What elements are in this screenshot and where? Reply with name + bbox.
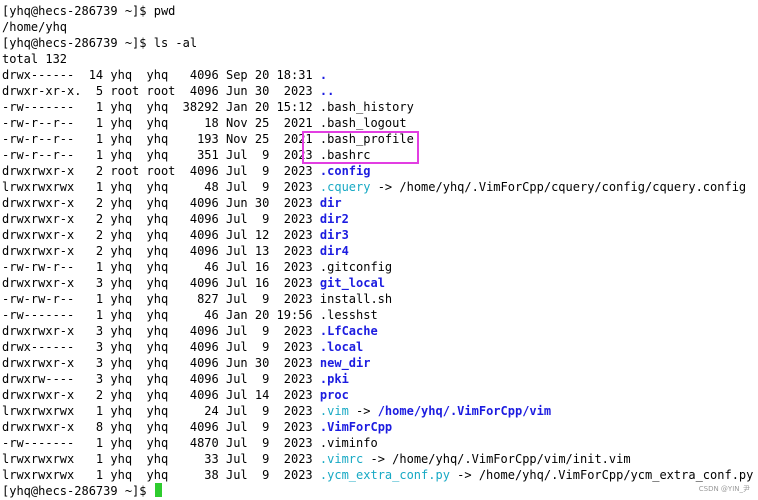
prompt-line: [yhq@hecs-286739 ~]$ ls -al <box>2 35 197 51</box>
output-line: lrwxrwxrwx 1 yhq yhq 48 Jul 9 2023 .cque… <box>2 179 746 195</box>
terminal-text: drwxrwxr-x 2 yhq yhq 4096 Jul 9 2023 <box>2 212 320 226</box>
terminal-text: lrwxrwxrwx 1 yhq yhq 48 Jul 9 2023 <box>2 180 320 194</box>
terminal-text: [yhq@hecs-286739 ~]$ ls -al <box>2 36 198 50</box>
terminal-text: drwxrwxr-x 3 yhq yhq 4096 Jun 30 2023 <box>2 356 320 370</box>
output-line: lrwxrwxrwx 1 yhq yhq 38 Jul 9 2023 .ycm_… <box>2 467 753 483</box>
output-line: drwxrwxr-x 2 yhq yhq 4096 Jun 30 2023 di… <box>2 195 342 211</box>
terminal-text: drwxrwxr-x 2 yhq yhq 4096 Jul 14 2023 <box>2 388 320 402</box>
directory-name: dir3 <box>319 228 349 242</box>
directory-name: dir4 <box>319 244 349 258</box>
output-line: -rw-rw-r-- 1 yhq yhq 46 Jul 16 2023 .git… <box>2 259 392 275</box>
output-line: drwxrwxr-x 3 yhq yhq 4096 Jun 30 2023 ne… <box>2 355 370 371</box>
terminal-text: -> <box>348 404 378 418</box>
terminal-text: -> /home/yhq/.VimForCpp/vim/init.vim <box>363 452 631 466</box>
terminal-window[interactable]: [yhq@hecs-286739 ~]$ pwd/home/yhq [yhq@he… <box>0 0 758 500</box>
terminal-text: -rw------- 1 yhq yhq 38292 Jan 20 15:12 … <box>2 100 414 114</box>
terminal-text: drwxrwxr-x 8 yhq yhq 4096 Jul 9 2023 <box>2 420 320 434</box>
directory-name: .local <box>319 340 364 354</box>
directory-name: /home/yhq/.VimForCpp/vim <box>377 404 552 418</box>
prompt-line: [yhq@hecs-286739 ~]$ pwd <box>2 3 175 19</box>
output-line: drwxr-xr-x. 5 root root 4096 Jun 30 2023… <box>2 83 334 99</box>
terminal-text: -rw-rw-r-- 1 yhq yhq 46 Jul 16 2023 .git… <box>2 260 393 274</box>
terminal-text: drwxrwxr-x 2 root root 4096 Jul 9 2023 <box>2 164 320 178</box>
output-line: lrwxrwxrwx 1 yhq yhq 24 Jul 9 2023 .vim … <box>2 403 551 419</box>
output-line: -rw-rw-r-- 1 yhq yhq 827 Jul 9 2023 inst… <box>2 291 392 307</box>
terminal-text: drwxrwxr-x 3 yhq yhq 4096 Jul 16 2023 <box>2 276 320 290</box>
output-line: -rw------- 1 yhq yhq 38292 Jan 20 15:12 … <box>2 99 414 115</box>
output-line: /home/yhq <box>2 19 67 35</box>
directory-name: dir2 <box>319 212 349 226</box>
terminal-text: drwxrwxr-x 3 yhq yhq 4096 Jul 9 2023 <box>2 324 320 338</box>
directory-name: .pki <box>319 372 349 386</box>
terminal-text: drwxr-xr-x. 5 root root 4096 Jun 30 2023 <box>2 84 320 98</box>
output-line: drwxrwxr-x 8 yhq yhq 4096 Jul 9 2023 .Vi… <box>2 419 392 435</box>
output-line: drwx------ 14 yhq yhq 4096 Sep 20 18:31 … <box>2 67 327 83</box>
output-line: drwxrwxr-x 3 yhq yhq 4096 Jul 9 2023 .Lf… <box>2 323 378 339</box>
output-line: -rw-r--r-- 1 yhq yhq 18 Nov 25 2021 .bas… <box>2 115 407 131</box>
watermark: CSDN @YIN_尹 <box>698 485 750 493</box>
output-line: drwxrwxr-x 2 yhq yhq 4096 Jul 12 2023 di… <box>2 227 349 243</box>
terminal-text: drwxrwxr-x 2 yhq yhq 4096 Jul 12 2023 <box>2 228 320 242</box>
directory-name: git_local <box>319 276 385 290</box>
directory-name: proc <box>319 388 349 402</box>
terminal-text: drwx------ 3 yhq yhq 4096 Jul 9 2023 <box>2 340 320 354</box>
output-line: total 132 <box>2 51 67 67</box>
output-line: drwxrw---- 3 yhq yhq 4096 Jul 9 2023 .pk… <box>2 371 349 387</box>
symlink-name: .vimrc <box>319 452 364 466</box>
directory-name: . <box>319 68 328 82</box>
symlink-name: .cquery <box>319 180 371 194</box>
terminal-text: lrwxrwxrwx 1 yhq yhq 24 Jul 9 2023 <box>2 404 320 418</box>
terminal-text: -rw------- 1 yhq yhq 46 Jan 20 19:56 .le… <box>2 308 378 322</box>
symlink-name: .ycm_extra_conf.py <box>319 468 450 482</box>
output-line: lrwxrwxrwx 1 yhq yhq 33 Jul 9 2023 .vimr… <box>2 451 631 467</box>
terminal-text: drwx------ 14 yhq yhq 4096 Sep 20 18:31 <box>2 68 320 82</box>
terminal-text: -> /home/yhq/.VimForCpp/cquery/config/cq… <box>370 180 747 194</box>
directory-name: new_dir <box>319 356 371 370</box>
directory-name: .LfCache <box>319 324 378 338</box>
terminal-text: -rw-r--r-- 1 yhq yhq 18 Nov 25 2021 .bas… <box>2 116 407 130</box>
output-line: -rw------- 1 yhq yhq 4870 Jul 9 2023 .vi… <box>2 435 378 451</box>
terminal-text: drwxrwxr-x 2 yhq yhq 4096 Jul 13 2023 <box>2 244 320 258</box>
cursor <box>154 483 162 497</box>
output-line: drwxrwxr-x 2 yhq yhq 4096 Jul 13 2023 di… <box>2 243 349 259</box>
terminal-text: -rw-rw-r-- 1 yhq yhq 827 Jul 9 2023 inst… <box>2 292 393 306</box>
terminal-text: total 132 <box>2 52 68 66</box>
terminal-text: drwxrwxr-x 2 yhq yhq 4096 Jun 30 2023 <box>2 196 320 210</box>
directory-name: .config <box>319 164 371 178</box>
output-line: drwxrwxr-x 2 yhq yhq 4096 Jul 14 2023 pr… <box>2 387 349 403</box>
highlight-box <box>302 131 419 164</box>
output-line: -rw------- 1 yhq yhq 46 Jan 20 19:56 .le… <box>2 307 378 323</box>
output-line: drwx------ 3 yhq yhq 4096 Jul 9 2023 .lo… <box>2 339 363 355</box>
symlink-name: .vim <box>319 404 349 418</box>
terminal-text: lrwxrwxrwx 1 yhq yhq 38 Jul 9 2023 <box>2 468 320 482</box>
terminal-text: /home/yhq <box>2 20 68 34</box>
terminal-text: drwxrw---- 3 yhq yhq 4096 Jul 9 2023 <box>2 372 320 386</box>
terminal-text: lrwxrwxrwx 1 yhq yhq 33 Jul 9 2023 <box>2 452 320 466</box>
output-line: drwxrwxr-x 2 root root 4096 Jul 9 2023 .… <box>2 163 370 179</box>
terminal-text: -> /home/yhq/.VimForCpp/ycm_extra_conf.p… <box>449 468 754 482</box>
directory-name: .. <box>319 84 335 98</box>
directory-name: .VimForCpp <box>319 420 393 434</box>
prompt-line: [yhq@hecs-286739 ~]$ <box>2 483 162 499</box>
output-line: drwxrwxr-x 2 yhq yhq 4096 Jul 9 2023 dir… <box>2 211 349 227</box>
output-line: drwxrwxr-x 3 yhq yhq 4096 Jul 16 2023 gi… <box>2 275 385 291</box>
directory-name: dir <box>319 196 342 210</box>
terminal-text: [yhq@hecs-286739 ~]$ <box>2 484 154 498</box>
terminal-text: -rw------- 1 yhq yhq 4870 Jul 9 2023 .vi… <box>2 436 378 450</box>
terminal-text: [yhq@hecs-286739 ~]$ pwd <box>2 4 176 18</box>
